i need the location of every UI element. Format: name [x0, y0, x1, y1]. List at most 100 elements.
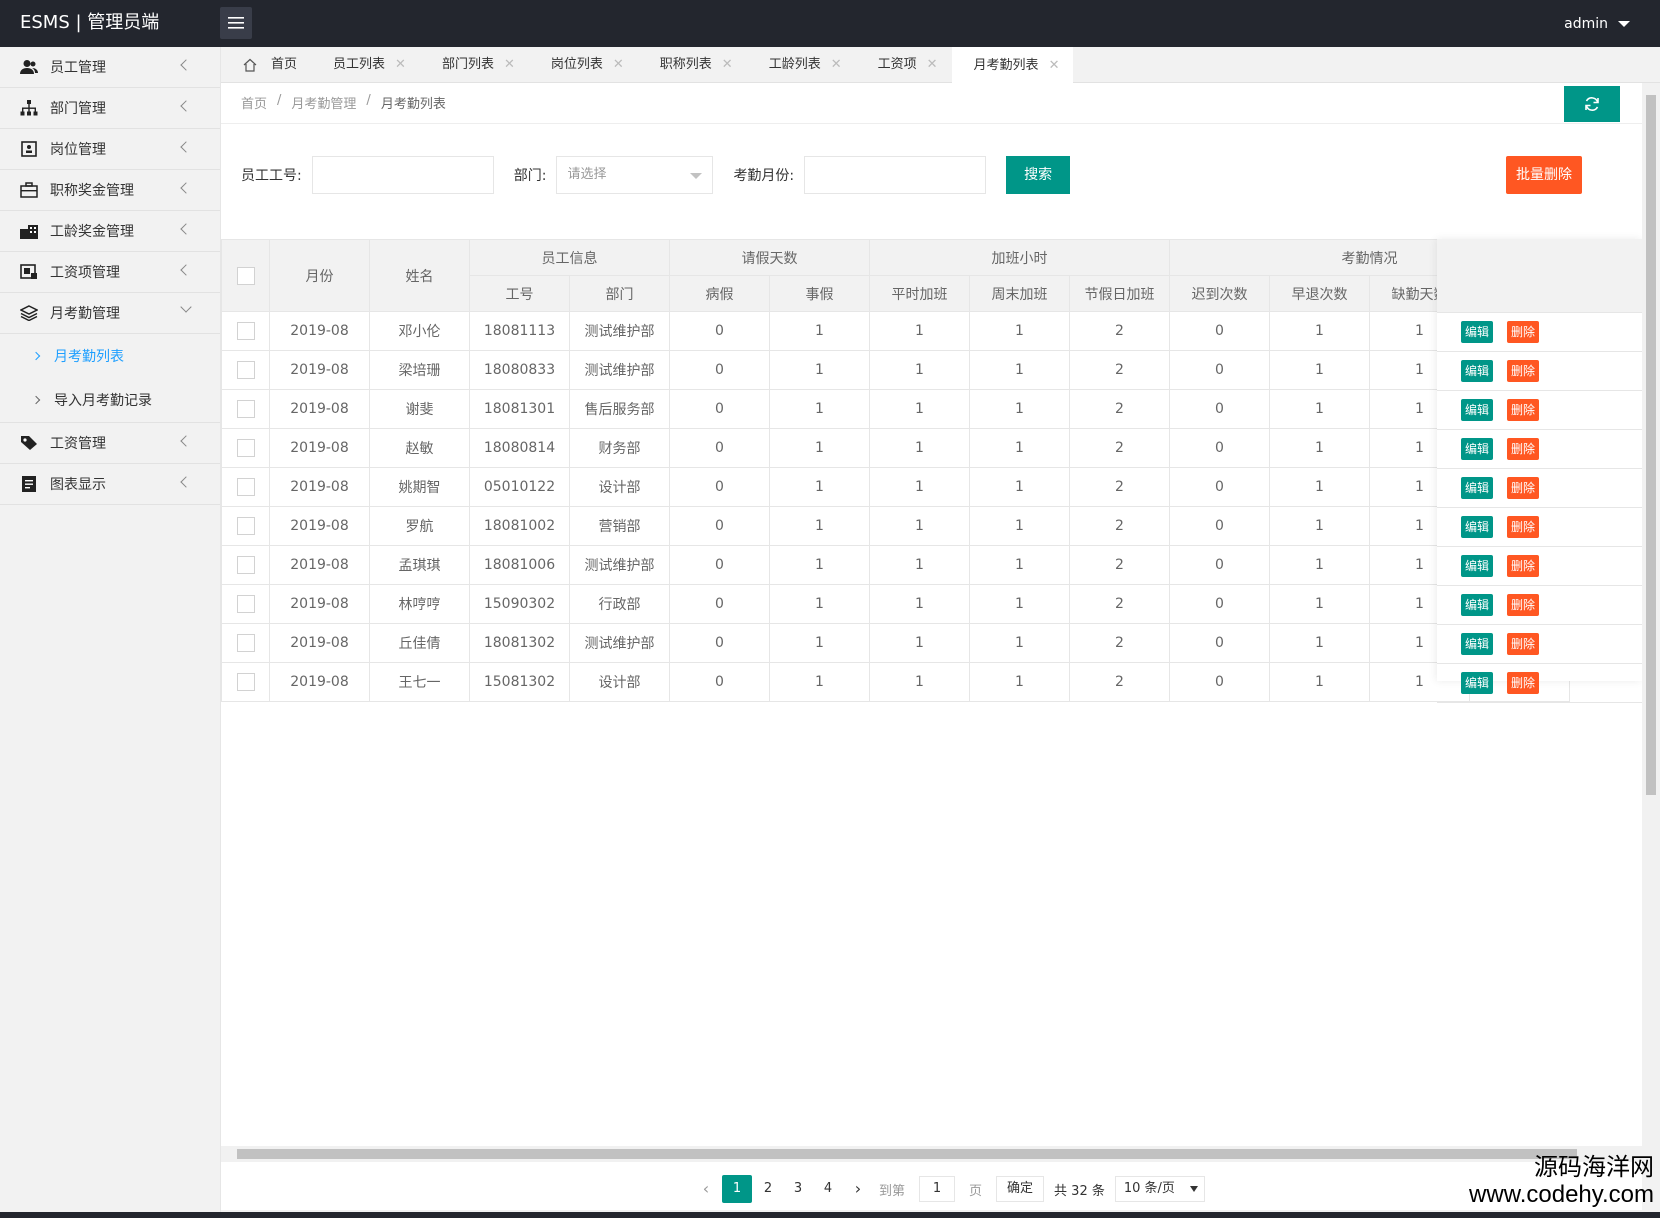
close-icon[interactable]: ✕	[927, 47, 938, 83]
page-size-select[interactable]: 10 条/页	[1114, 1176, 1205, 1202]
sidebar-item-title-bonus[interactable]: 职称奖金管理	[0, 170, 220, 211]
tab-employee-list[interactable]: 员工列表 ✕	[311, 47, 420, 83]
edit-button[interactable]: 编辑	[1461, 516, 1493, 538]
edit-button[interactable]: 编辑	[1461, 399, 1493, 421]
header-weekend-ot[interactable]: 周末加班	[969, 275, 1070, 312]
delete-button[interactable]: 删除	[1507, 633, 1539, 655]
header-early[interactable]: 早退次数	[1269, 275, 1370, 312]
scrollbar-thumb[interactable]	[1646, 95, 1656, 795]
chevron-left-icon	[180, 100, 192, 112]
prev-page-icon[interactable]: ‹	[692, 1175, 720, 1203]
scrollbar-thumb[interactable]	[237, 1149, 1577, 1159]
goto-confirm-button[interactable]: 确定	[996, 1176, 1045, 1202]
sidebar-subitem-attendance-list[interactable]: 月考勤列表	[0, 334, 220, 378]
table-container: 月份 姓名 员工信息 请假天数 加班小时 考勤情况 工号 部门 病假 事假 平时…	[221, 239, 1642, 1099]
edit-button[interactable]: 编辑	[1461, 321, 1493, 343]
header-holiday-ot[interactable]: 节假日加班	[1069, 275, 1170, 312]
edit-button[interactable]: 编辑	[1461, 672, 1493, 694]
sidebar-item-salary[interactable]: 工资管理	[0, 423, 220, 464]
edit-button[interactable]: 编辑	[1461, 477, 1493, 499]
goto-page-input[interactable]: 1	[919, 1176, 956, 1202]
page-1[interactable]: 1	[722, 1175, 752, 1203]
tab-salary-item[interactable]: 工资项 ✕	[856, 47, 952, 83]
sidebar-item-position[interactable]: 岗位管理	[0, 129, 220, 170]
batch-delete-button[interactable]: 批量删除	[1506, 156, 1582, 194]
sidebar-item-salary-item[interactable]: 工资项管理	[0, 252, 220, 293]
cell-emp-no: 15090302	[469, 584, 570, 624]
vertical-scrollbar[interactable]	[1642, 83, 1660, 1168]
delete-button[interactable]: 删除	[1507, 477, 1539, 499]
header-sick[interactable]: 病假	[669, 275, 770, 312]
header-name[interactable]: 姓名	[369, 239, 470, 312]
cell-late: 0	[1169, 506, 1270, 546]
row-checkbox[interactable]	[236, 673, 255, 691]
horizontal-scrollbar[interactable]	[221, 1146, 1642, 1162]
close-icon[interactable]: ✕	[395, 47, 406, 83]
edit-button[interactable]: 编辑	[1461, 360, 1493, 382]
edit-button[interactable]: 编辑	[1461, 438, 1493, 460]
row-checkbox[interactable]	[236, 556, 255, 574]
tab-label: 职称列表	[659, 57, 712, 72]
cell-emp-no: 18080814	[469, 428, 570, 468]
tab-title-list[interactable]: 职称列表 ✕	[638, 47, 747, 83]
page-3[interactable]: 3	[784, 1175, 812, 1203]
app-root: ESMS | 管理员端 admin 员工管理 部门管理 岗位管理 职称奖金管理	[0, 0, 1660, 1218]
dept-select[interactable]: 请选择	[556, 156, 714, 194]
chevron-left-icon	[180, 141, 192, 153]
row-checkbox[interactable]	[236, 478, 255, 496]
sidebar-item-seniority-bonus[interactable]: 工龄奖金管理	[0, 211, 220, 252]
emp-no-input[interactable]	[311, 156, 494, 194]
tab-attendance-list[interactable]: 月考勤列表 ✕	[951, 47, 1074, 84]
sidebar-item-employee[interactable]: 员工管理	[0, 47, 220, 88]
close-icon[interactable]: ✕	[1049, 48, 1060, 84]
breadcrumb-home[interactable]: 首页	[241, 93, 267, 112]
row-checkbox[interactable]	[236, 634, 255, 652]
header-dept[interactable]: 部门	[569, 275, 670, 312]
sidebar-item-monthly-attendance[interactable]: 月考勤管理	[0, 293, 220, 334]
header-weekday-ot[interactable]: 平时加班	[869, 275, 970, 312]
row-checkbox[interactable]	[236, 361, 255, 379]
close-icon[interactable]: ✕	[613, 47, 624, 83]
close-icon[interactable]: ✕	[722, 47, 733, 83]
delete-button[interactable]: 删除	[1507, 555, 1539, 577]
header-personal[interactable]: 事假	[769, 275, 870, 312]
tab-home[interactable]: 首页	[221, 47, 311, 83]
menu-toggle-button[interactable]	[220, 7, 252, 39]
delete-button[interactable]: 删除	[1507, 399, 1539, 421]
user-menu[interactable]: admin	[1564, 0, 1630, 47]
search-button[interactable]: 搜索	[1006, 156, 1071, 194]
row-checkbox[interactable]	[236, 439, 255, 457]
delete-button[interactable]: 删除	[1507, 672, 1539, 694]
edit-button[interactable]: 编辑	[1461, 633, 1493, 655]
refresh-icon	[1585, 97, 1599, 111]
sidebar-item-department[interactable]: 部门管理	[0, 88, 220, 129]
tab-seniority-list[interactable]: 工龄列表 ✕	[747, 47, 856, 83]
page-4[interactable]: 4	[814, 1175, 842, 1203]
edit-button[interactable]: 编辑	[1461, 594, 1493, 616]
header-emp-no[interactable]: 工号	[469, 275, 570, 312]
header-late[interactable]: 迟到次数	[1169, 275, 1270, 312]
close-icon[interactable]: ✕	[831, 47, 842, 83]
select-all-checkbox[interactable]	[236, 266, 255, 285]
next-page-icon[interactable]: ›	[844, 1175, 872, 1203]
delete-button[interactable]: 删除	[1507, 516, 1539, 538]
sidebar-subitem-import-attendance[interactable]: 导入月考勤记录	[0, 378, 220, 422]
delete-button[interactable]: 删除	[1507, 321, 1539, 343]
close-icon[interactable]: ✕	[504, 47, 515, 83]
row-checkbox[interactable]	[236, 595, 255, 613]
refresh-button[interactable]	[1564, 86, 1620, 122]
tab-position-list[interactable]: 岗位列表 ✕	[529, 47, 638, 83]
page-2[interactable]: 2	[754, 1175, 782, 1203]
header-month[interactable]: 月份	[269, 239, 370, 312]
edit-button[interactable]: 编辑	[1461, 555, 1493, 577]
row-checkbox[interactable]	[236, 517, 255, 535]
breadcrumb-section[interactable]: 月考勤管理	[291, 93, 356, 112]
tab-department-list[interactable]: 部门列表 ✕	[420, 47, 529, 83]
delete-button[interactable]: 删除	[1507, 360, 1539, 382]
month-input[interactable]	[804, 156, 987, 194]
row-checkbox[interactable]	[236, 322, 255, 340]
row-checkbox[interactable]	[236, 400, 255, 418]
delete-button[interactable]: 删除	[1507, 594, 1539, 616]
sidebar-item-charts[interactable]: 图表显示	[0, 464, 220, 505]
delete-button[interactable]: 删除	[1507, 438, 1539, 460]
